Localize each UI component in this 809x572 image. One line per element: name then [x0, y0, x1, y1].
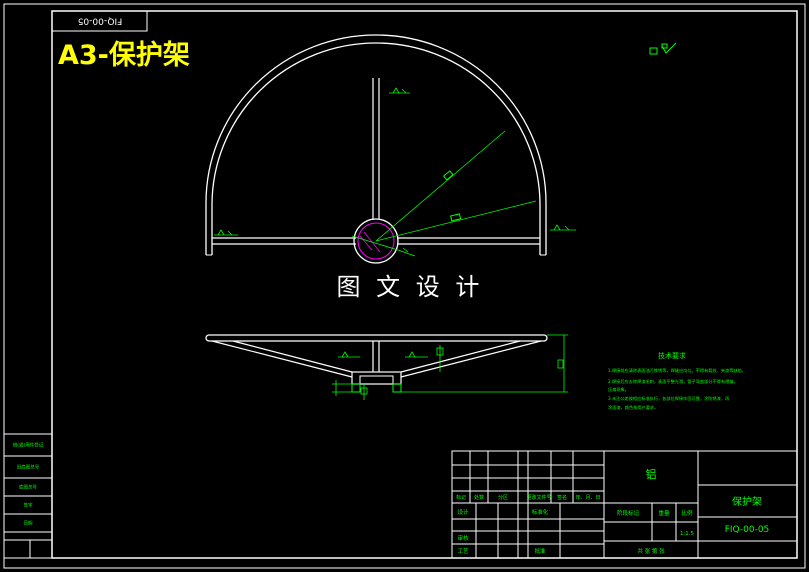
side-row-label: 底图总号 [19, 484, 37, 491]
tech-req-heading: 技术要求 [658, 351, 686, 360]
drawing-number: FIQ-00-05 [725, 525, 770, 535]
col-header: 处数 [474, 494, 484, 501]
weight-label: 重量 [658, 509, 670, 517]
sheet-title: A3-保护架 [58, 40, 190, 71]
scale-label: 比例 [681, 509, 693, 517]
approve-label: 批准 [534, 547, 546, 555]
watermark: 图 文 设 计 [337, 273, 484, 301]
side-row-label: 日期 [24, 521, 33, 527]
front-view [205, 334, 568, 400]
tech-req-line: 1.焊接前应清除表面油污铁锈等，焊缝应均匀，不得有裂纹、夹渣等缺陷。 [608, 367, 746, 374]
drawing-sheet: FIQ-00-05 A3-保护架 图 文 设 计 技术要求 1.焊接前应清除表面… [3, 3, 806, 569]
code-flipped: FIQ-00-05 [78, 16, 123, 26]
dimension-lines [332, 334, 568, 400]
sheets-label: 共 张 第 张 [637, 547, 665, 555]
side-block: 借(通)用件登记 旧底图总号 底图总号 签字 日期 [3, 433, 53, 559]
col-header: 分区 [498, 494, 508, 501]
craft-label: 工艺 [457, 548, 469, 555]
check-label: 审核 [457, 534, 469, 542]
tech-req-line: 2.焊接后应去除焊渣毛刺，表面平整光滑，管子弯曲部分不得有褶皱， [608, 378, 738, 385]
tech-requirements: 技术要求 1.焊接前应清除表面油污铁锈等，焊缝应均匀，不得有裂纹、夹渣等缺陷。 … [608, 351, 746, 411]
tech-req-line: 3.未注公差按相应标准执行，各部位焊接牢固可靠，涂防锈漆，再 [608, 395, 730, 402]
standard-label: 标准化 [532, 508, 549, 516]
col-header: 标记 [456, 494, 466, 501]
stage-mark-label: 阶段标记 [617, 509, 640, 517]
roughness-symbol [649, 42, 677, 55]
side-row-label: 借(通)用件登记 [13, 442, 44, 449]
hub-clamp [351, 371, 402, 385]
title-block-text: 铝 保护架 FIQ-00-05 标记 处数 分区 更改文件号 签名 年、月、日 … [456, 467, 769, 555]
part-name: 保护架 [732, 495, 762, 508]
scale-value: 1:1.5 [680, 531, 695, 537]
material-value: 铝 [646, 467, 657, 481]
tech-req-line: 涂面漆，颜色按用户要求。 [608, 404, 658, 411]
top-view [205, 34, 576, 264]
col-header: 年、月、日 [575, 494, 600, 501]
tech-req-line: 压扁现象。 [608, 386, 629, 393]
outer-arc [205, 34, 547, 255]
col-header: 更改文件号 [526, 494, 551, 501]
side-row-label: 旧底图总号 [17, 464, 40, 471]
col-header: 签名 [557, 494, 567, 501]
design-label: 设计 [457, 508, 469, 516]
side-row-label: 签字 [24, 502, 33, 509]
